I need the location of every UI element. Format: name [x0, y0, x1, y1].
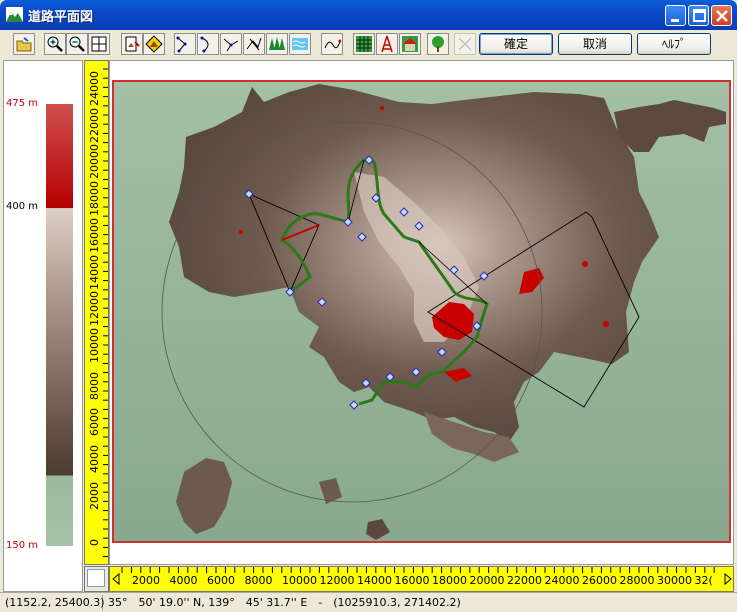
horizontal-ruler-label: 6000 — [207, 574, 235, 587]
zoom-in-icon — [47, 36, 63, 52]
zoom-fit-button[interactable] — [88, 33, 110, 55]
horizontal-ruler-label: 22000 — [507, 574, 542, 587]
zoom-out-button[interactable] — [66, 33, 88, 55]
vertical-ruler-label: 10000 — [88, 327, 101, 363]
vertical-ruler-label: 22000 — [88, 107, 101, 143]
vertical-ruler-label: 2000 — [88, 481, 101, 510]
disabled-tool-button[interactable] — [454, 33, 476, 55]
vertical-ruler-label: 24000 — [88, 71, 101, 106]
terrain-map[interactable] — [112, 80, 731, 543]
horizontal-ruler-label: 14000 — [357, 574, 392, 587]
horizontal-ruler-label: 12000 — [319, 574, 355, 587]
vertical-ruler-label: 18000 — [88, 181, 101, 217]
tower-button[interactable] — [376, 33, 398, 55]
terrain-map-canvas — [114, 82, 729, 541]
app-mountain-icon — [6, 7, 23, 22]
vertical-ruler-label: 16000 — [88, 217, 101, 253]
map-panel[interactable] — [109, 60, 734, 565]
house-icon — [402, 36, 418, 52]
zoom-out-icon — [69, 36, 85, 52]
vertical-ruler: 24000 22000 20000 18000 16000 14000 12000 10000… — [84, 60, 109, 565]
ruler-corner — [84, 566, 109, 592]
legend-mid-label: 400 m — [6, 201, 39, 212]
zoom-in-button[interactable] — [44, 33, 66, 55]
toolbar: 確定 取消 ﾍﾙﾌﾟ — [3, 30, 734, 58]
mountain-marker-icon — [145, 35, 163, 53]
branch-button[interactable] — [220, 33, 242, 55]
legend-max-label: 475 m — [6, 98, 39, 109]
water-button[interactable] — [289, 33, 311, 55]
polyline-button[interactable] — [174, 33, 196, 55]
close-button[interactable] — [711, 5, 732, 26]
open-folder-icon — [16, 37, 32, 52]
forest-icon — [269, 37, 285, 50]
horizontal-ruler: 2000 4000 6000 8000 10000 12000 14000 16000 1800… — [109, 566, 734, 592]
tower-icon — [381, 35, 393, 53]
vertical-ruler-label: 14000 — [88, 254, 101, 290]
scroll-left-arrow-icon[interactable] — [112, 572, 120, 586]
close-icon — [716, 10, 728, 22]
horizontal-ruler-label: 2000 — [132, 574, 160, 587]
minimize-icon — [671, 19, 679, 22]
vertical-ruler-label: 20000 — [88, 144, 101, 180]
vertical-ruler-label: 4000 — [88, 445, 101, 473]
horizontal-ruler-label: 32( — [694, 574, 713, 587]
network-icon — [246, 37, 262, 51]
network-button[interactable] — [243, 33, 265, 55]
horizontal-ruler-label: 28000 — [619, 574, 655, 587]
curve-button[interactable] — [197, 33, 219, 55]
minimize-button[interactable] — [665, 5, 686, 26]
vertical-ruler-label: 8000 — [88, 371, 101, 400]
horizontal-ruler-label: 26000 — [582, 574, 617, 587]
horizontal-ruler-label: 20000 — [469, 574, 505, 587]
horizontal-ruler-label: 4000 — [169, 574, 198, 587]
tree-button[interactable] — [427, 33, 449, 55]
window-title: 道路平面図 — [28, 10, 94, 25]
vertical-ruler-label: 12000 — [88, 291, 101, 327]
help-button[interactable]: ﾍﾙﾌﾟ — [637, 33, 711, 55]
zoom-fit-icon — [91, 36, 107, 52]
horizontal-ruler-label: 8000 — [244, 574, 273, 587]
scroll-right-arrow-icon[interactable] — [724, 572, 732, 586]
horizontal-ruler-label: 16000 — [394, 574, 430, 587]
horizontal-ruler-label: 24000 — [544, 574, 580, 587]
image-export-icon — [125, 36, 140, 52]
disabled-cross-icon — [458, 37, 472, 51]
water-icon — [292, 38, 308, 50]
title-bar[interactable]: 道路平面図 — [0, 0, 737, 30]
polyline-icon — [176, 36, 187, 53]
mountain-marker-button[interactable] — [143, 33, 165, 55]
confirm-button[interactable]: 確定 — [479, 33, 553, 55]
branch-icon — [223, 38, 239, 52]
status-bar: (1152.2, 25400.3) 35° 50' 19.0'' N, 139°… — [0, 592, 737, 612]
corner-checkbox[interactable] — [87, 569, 105, 587]
elevation-legend: 475 m 400 m 150 m — [3, 60, 83, 592]
cancel-button[interactable]: 取消 — [558, 33, 632, 55]
maximize-icon — [693, 9, 706, 22]
tree-icon — [432, 36, 444, 52]
vertical-ruler-label: 6000 — [88, 408, 101, 437]
forest-button[interactable] — [266, 33, 288, 55]
vertical-ruler-label: 0 — [88, 539, 101, 547]
status-latlon: 35° 50' 19.0'' N, 139° 45' 31.7'' E - (1… — [108, 596, 461, 609]
grid-select-button[interactable] — [353, 33, 375, 55]
open-button[interactable] — [13, 33, 35, 55]
image-export-button[interactable] — [121, 33, 143, 55]
legend-min-label: 150 m — [6, 540, 39, 551]
horizontal-ruler-label: 10000 — [282, 574, 317, 587]
grid-select-icon — [356, 36, 372, 52]
path-edit-icon — [324, 39, 341, 49]
horizontal-ruler-label: 18000 — [432, 574, 467, 587]
elevation-color-bar — [46, 104, 73, 546]
horizontal-ruler-label: 30000 — [657, 574, 692, 587]
house-button[interactable] — [399, 33, 421, 55]
curve-icon — [200, 36, 209, 53]
status-map-coords: (1152.2, 25400.3) — [2, 595, 105, 611]
path-edit-button[interactable] — [321, 33, 343, 55]
maximize-button[interactable] — [688, 5, 709, 26]
